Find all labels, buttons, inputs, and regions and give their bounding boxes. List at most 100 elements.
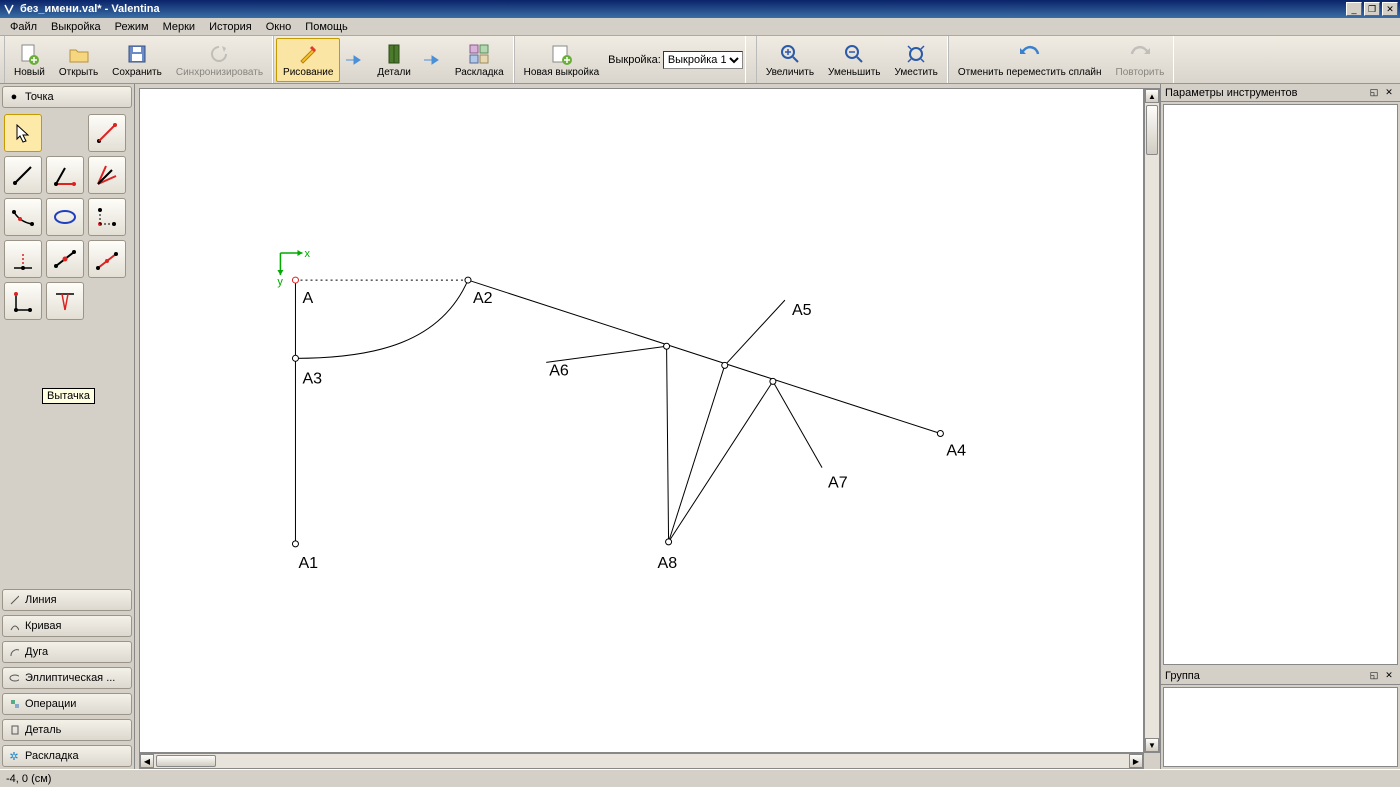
tool-dart[interactable] [46, 282, 84, 320]
new-button[interactable]: Новый [7, 38, 52, 82]
section-detail[interactable]: Деталь [2, 719, 132, 741]
svg-text:A3: A3 [302, 369, 322, 387]
group-panel-body [1163, 687, 1398, 767]
pattern-label: Выкройка: [608, 54, 661, 66]
new-pattern-icon [550, 42, 572, 66]
tool-normal[interactable] [88, 240, 126, 278]
group-panel-title: Группа [1165, 670, 1366, 682]
arc-icon [9, 647, 19, 657]
zoom-fit-icon [905, 42, 927, 66]
close-button[interactable]: ✕ [1382, 2, 1398, 16]
section-layout[interactable]: ✲Раскладка [2, 745, 132, 767]
scroll-thumb-h[interactable] [156, 755, 216, 767]
curve-icon [9, 621, 19, 631]
detail-icon [9, 725, 19, 735]
menu-window[interactable]: Окно [260, 20, 298, 34]
menu-pattern[interactable]: Выкройка [45, 20, 107, 34]
panel-float-icon2[interactable]: ◱ [1367, 670, 1381, 682]
scroll-left-icon[interactable]: ◀ [140, 754, 154, 768]
undo-button[interactable]: Отменить переместить сплайн [951, 38, 1109, 82]
line-icon [9, 595, 19, 605]
draw-mode-button[interactable]: Рисование [276, 38, 340, 82]
details-mode-button[interactable]: Детали [370, 38, 417, 82]
pattern-svg: x y [140, 89, 1143, 752]
open-icon [68, 42, 90, 66]
group-panel-header: Группа ◱ ✕ [1161, 667, 1400, 685]
scroll-thumb-v[interactable] [1146, 105, 1158, 155]
svg-text:A: A [302, 289, 313, 307]
layout-sec-icon: ✲ [9, 751, 19, 761]
tool-bisector[interactable] [88, 156, 126, 194]
tool-line-angle[interactable] [4, 156, 42, 194]
svg-text:A5: A5 [792, 301, 812, 319]
layout-icon [468, 42, 490, 66]
menu-help[interactable]: Помощь [299, 20, 354, 34]
tool-curve-point[interactable] [46, 198, 84, 236]
zoom-out-button[interactable]: Уменьшить [821, 38, 887, 82]
menu-measurements[interactable]: Мерки [157, 20, 201, 34]
panel-close-icon[interactable]: ✕ [1382, 87, 1396, 99]
layout-mode-button[interactable]: Раскладка [448, 38, 511, 82]
svg-text:A6: A6 [549, 361, 569, 379]
svg-text:x: x [304, 248, 310, 260]
app-icon [2, 2, 16, 16]
tool-intersection[interactable] [88, 198, 126, 236]
panel-float-icon[interactable]: ◱ [1367, 87, 1381, 99]
zoom-in-button[interactable]: Увеличить [759, 38, 821, 82]
svg-text:A1: A1 [298, 554, 318, 572]
tool-line-endpoint[interactable] [88, 114, 126, 152]
menu-mode[interactable]: Режим [109, 20, 155, 34]
section-arc[interactable]: Дуга [2, 641, 132, 663]
panel-close-icon2[interactable]: ✕ [1382, 670, 1396, 682]
window-title: без_имени.val* - Valentina [20, 3, 1346, 15]
section-operations[interactable]: Операции [2, 693, 132, 715]
minimize-button[interactable]: _ [1346, 2, 1362, 16]
statusbar: -4, 0 (см) [0, 769, 1400, 787]
arrow-icon [340, 53, 370, 67]
maximize-button[interactable]: ❐ [1364, 2, 1380, 16]
draw-icon [297, 42, 319, 66]
redo-button[interactable]: Повторить [1109, 38, 1172, 82]
toolbar: Новый Открыть Сохранить Синхронизировать… [0, 36, 1400, 84]
sync-button[interactable]: Синхронизировать [169, 38, 270, 82]
arrow-icon2 [418, 53, 448, 67]
drawing-canvas[interactable]: x y [139, 88, 1144, 753]
tool-point-on-line[interactable] [46, 240, 84, 278]
tool-pointer[interactable] [4, 114, 42, 152]
section-line[interactable]: Линия [2, 589, 132, 611]
new-pattern-button[interactable]: Новая выкройка [517, 38, 606, 82]
svg-text:A7: A7 [828, 474, 848, 492]
scroll-down-icon[interactable]: ▼ [1145, 738, 1159, 752]
params-panel-title: Параметры инструментов [1165, 87, 1366, 99]
svg-text:y: y [277, 276, 283, 288]
menu-file[interactable]: Файл [4, 20, 43, 34]
tool-triangle[interactable] [4, 282, 42, 320]
svg-text:A8: A8 [658, 554, 678, 572]
tool-perpendicular[interactable] [4, 240, 42, 278]
section-point[interactable]: ● Точка [2, 86, 132, 108]
ops-icon [9, 699, 19, 709]
tool-shoulder[interactable] [4, 198, 42, 236]
zoom-fit-button[interactable]: Уместить [888, 38, 945, 82]
scroll-right-icon[interactable]: ▶ [1129, 754, 1143, 768]
menu-history[interactable]: История [203, 20, 258, 34]
sync-icon [208, 42, 230, 66]
tool-along-line[interactable] [46, 156, 84, 194]
params-panel-header: Параметры инструментов ◱ ✕ [1161, 84, 1400, 102]
zoom-in-icon [779, 42, 801, 66]
pattern-select[interactable]: Выкройка 1 [663, 51, 743, 69]
open-button[interactable]: Открыть [52, 38, 105, 82]
save-icon [127, 42, 147, 66]
tooltip: Вытачка [42, 388, 95, 404]
save-button[interactable]: Сохранить [105, 38, 169, 82]
redo-icon [1128, 42, 1152, 66]
svg-text:A4: A4 [946, 442, 966, 460]
horizontal-scrollbar[interactable]: ◀ ▶ [139, 753, 1144, 769]
ellipse-icon [9, 673, 19, 683]
section-elliptic[interactable]: Эллиптическая ... [2, 667, 132, 689]
point-icon: ● [9, 92, 19, 102]
menubar: Файл Выкройка Режим Мерки История Окно П… [0, 18, 1400, 36]
scroll-up-icon[interactable]: ▲ [1145, 89, 1159, 103]
section-curve[interactable]: Кривая [2, 615, 132, 637]
vertical-scrollbar[interactable]: ▲ ▼ [1144, 88, 1160, 753]
